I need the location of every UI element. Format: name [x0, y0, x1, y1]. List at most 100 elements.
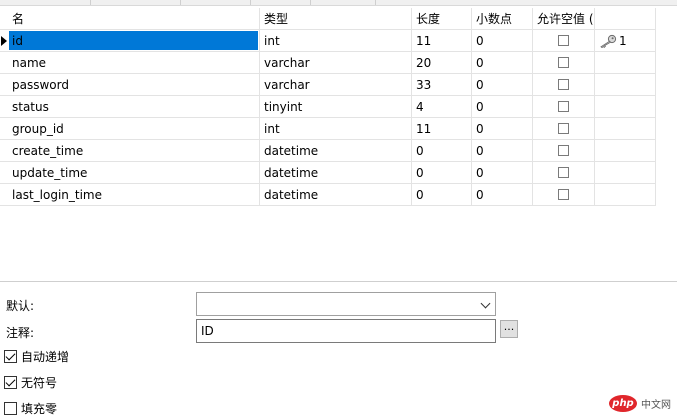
not-null-checkbox[interactable] [558, 57, 569, 68]
field-length-cell[interactable]: 33 [412, 74, 472, 96]
comment-ellipsis-button[interactable]: ... [500, 320, 518, 338]
zerofill-option[interactable]: 填充零 [4, 400, 57, 416]
not-null-checkbox[interactable] [558, 101, 569, 112]
default-label: 默认: [6, 299, 35, 313]
key-order: 1 [619, 34, 627, 48]
tab-strip [0, 0, 677, 6]
field-name-cell[interactable]: password [8, 74, 260, 96]
fields-grid: 名 类型 长度 小数点 允许空值 ( id int 11 0 1 name varchar 2… [0, 8, 677, 206]
field-length-cell[interactable]: 4 [412, 96, 472, 118]
field-length-cell[interactable]: 0 [412, 184, 472, 206]
not-null-cell [533, 30, 595, 52]
tab-placeholder[interactable] [310, 0, 376, 5]
unsigned-checkbox[interactable] [4, 375, 17, 389]
field-length-cell[interactable]: 11 [412, 118, 472, 140]
table-row[interactable]: password varchar 33 0 [0, 74, 677, 96]
key-cell[interactable] [595, 96, 656, 118]
not-null-cell [533, 140, 595, 162]
field-type-cell[interactable]: datetime [260, 184, 412, 206]
table-row[interactable]: group_id int 11 0 [0, 118, 677, 140]
field-length-cell[interactable]: 11 [412, 30, 472, 52]
not-null-cell [533, 118, 595, 140]
comment-label: 注释: [6, 326, 35, 340]
field-type-cell[interactable]: int [260, 118, 412, 140]
field-name-cell[interactable]: create_time [8, 140, 260, 162]
auto-increment-checkbox[interactable] [4, 349, 17, 363]
field-name-cell[interactable]: last_login_time [8, 184, 260, 206]
tab-placeholder[interactable] [0, 0, 91, 5]
column-header-type[interactable]: 类型 [260, 8, 412, 30]
tab-placeholder[interactable] [90, 0, 181, 5]
field-decimals-cell[interactable]: 0 [472, 96, 533, 118]
field-name-cell[interactable]: status [8, 96, 260, 118]
not-null-checkbox[interactable] [558, 145, 569, 156]
key-cell[interactable]: 1 [595, 30, 656, 52]
tab-placeholder[interactable] [180, 0, 251, 5]
row-indicator [0, 140, 8, 162]
key-cell[interactable] [595, 184, 656, 206]
field-type-cell[interactable]: datetime [260, 162, 412, 184]
field-decimals-cell[interactable]: 0 [472, 140, 533, 162]
column-header-decimals[interactable]: 小数点 [472, 8, 533, 30]
row-indicator [0, 74, 8, 96]
not-null-cell [533, 74, 595, 96]
field-name-cell[interactable]: update_time [8, 162, 260, 184]
field-decimals-cell[interactable]: 0 [472, 162, 533, 184]
field-name-cell[interactable]: group_id [8, 118, 260, 140]
row-indicator [0, 184, 8, 206]
table-row[interactable]: update_time datetime 0 0 [0, 162, 677, 184]
field-length-cell[interactable]: 20 [412, 52, 472, 74]
row-indicator [0, 118, 8, 140]
field-decimals-cell[interactable]: 0 [472, 30, 533, 52]
not-null-cell [533, 184, 595, 206]
key-cell[interactable] [595, 74, 656, 96]
field-length-cell[interactable]: 0 [412, 162, 472, 184]
table-row[interactable]: id int 11 0 1 [0, 30, 677, 52]
field-type-cell[interactable]: tinyint [260, 96, 412, 118]
watermark-site: 中文网 [641, 400, 671, 411]
field-name-cell[interactable]: id [8, 30, 260, 52]
key-cell[interactable] [595, 140, 656, 162]
not-null-checkbox[interactable] [558, 35, 569, 46]
not-null-cell [533, 52, 595, 74]
field-length-cell[interactable]: 0 [412, 140, 472, 162]
column-header-allow-null[interactable]: 允许空值 ( [533, 8, 595, 30]
table-row[interactable]: status tinyint 4 0 [0, 96, 677, 118]
comment-field[interactable]: ID [196, 319, 496, 343]
field-decimals-cell[interactable]: 0 [472, 52, 533, 74]
tab-placeholder[interactable] [250, 0, 311, 5]
field-decimals-cell[interactable]: 0 [472, 74, 533, 96]
column-header-key[interactable] [595, 8, 656, 30]
not-null-checkbox[interactable] [558, 167, 569, 178]
column-header-length[interactable]: 长度 [412, 8, 472, 30]
chevron-down-icon[interactable] [480, 298, 491, 309]
auto-increment-option[interactable]: 自动递增 [4, 348, 69, 364]
field-type-cell[interactable]: datetime [260, 140, 412, 162]
field-type-cell[interactable]: varchar [260, 52, 412, 74]
key-cell[interactable] [595, 162, 656, 184]
row-indicator [0, 52, 8, 74]
default-combobox[interactable] [196, 292, 496, 316]
grid-header: 名 类型 长度 小数点 允许空值 ( [0, 8, 677, 30]
column-header-name[interactable]: 名 [8, 8, 260, 30]
field-type-cell[interactable]: varchar [260, 74, 412, 96]
table-row[interactable]: name varchar 20 0 [0, 52, 677, 74]
panel-divider [0, 281, 677, 282]
key-cell[interactable] [595, 52, 656, 74]
zerofill-checkbox[interactable] [4, 401, 17, 415]
key-cell[interactable] [595, 118, 656, 140]
watermark: php 中文网 [609, 395, 671, 412]
table-row[interactable]: last_login_time datetime 0 0 [0, 184, 677, 206]
not-null-checkbox[interactable] [558, 79, 569, 90]
not-null-checkbox[interactable] [558, 123, 569, 134]
table-row[interactable]: create_time datetime 0 0 [0, 140, 677, 162]
field-name: id [12, 34, 23, 48]
row-indicator [0, 96, 8, 118]
field-decimals-cell[interactable]: 0 [472, 184, 533, 206]
field-type-cell[interactable]: int [260, 30, 412, 52]
unsigned-option[interactable]: 无符号 [4, 374, 57, 390]
not-null-cell [533, 162, 595, 184]
field-decimals-cell[interactable]: 0 [472, 118, 533, 140]
field-name-cell[interactable]: name [8, 52, 260, 74]
not-null-checkbox[interactable] [558, 189, 569, 200]
